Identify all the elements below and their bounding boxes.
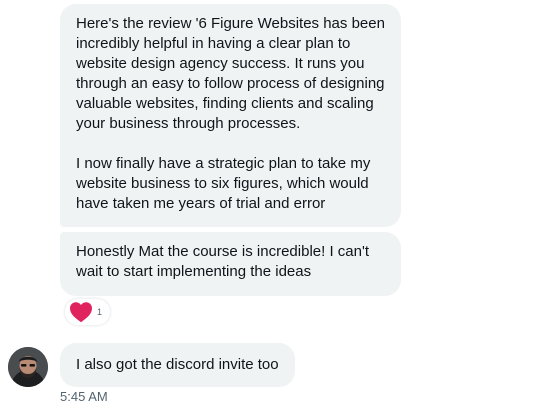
reaction-count: 1 (97, 307, 103, 317)
message-bubble[interactable]: I also got the discord invite too (60, 343, 295, 387)
message-bubble[interactable]: Honestly Mat the course is incredible! I… (60, 232, 401, 296)
message-bubble[interactable]: Here's the review '6 Figure Websites has… (60, 4, 401, 227)
reaction-badge[interactable]: 1 (64, 298, 112, 326)
message-timestamp: 5:45 AM (60, 389, 108, 404)
avatar[interactable] (8, 347, 48, 387)
heart-icon (69, 301, 93, 323)
avatar-image (8, 347, 48, 387)
